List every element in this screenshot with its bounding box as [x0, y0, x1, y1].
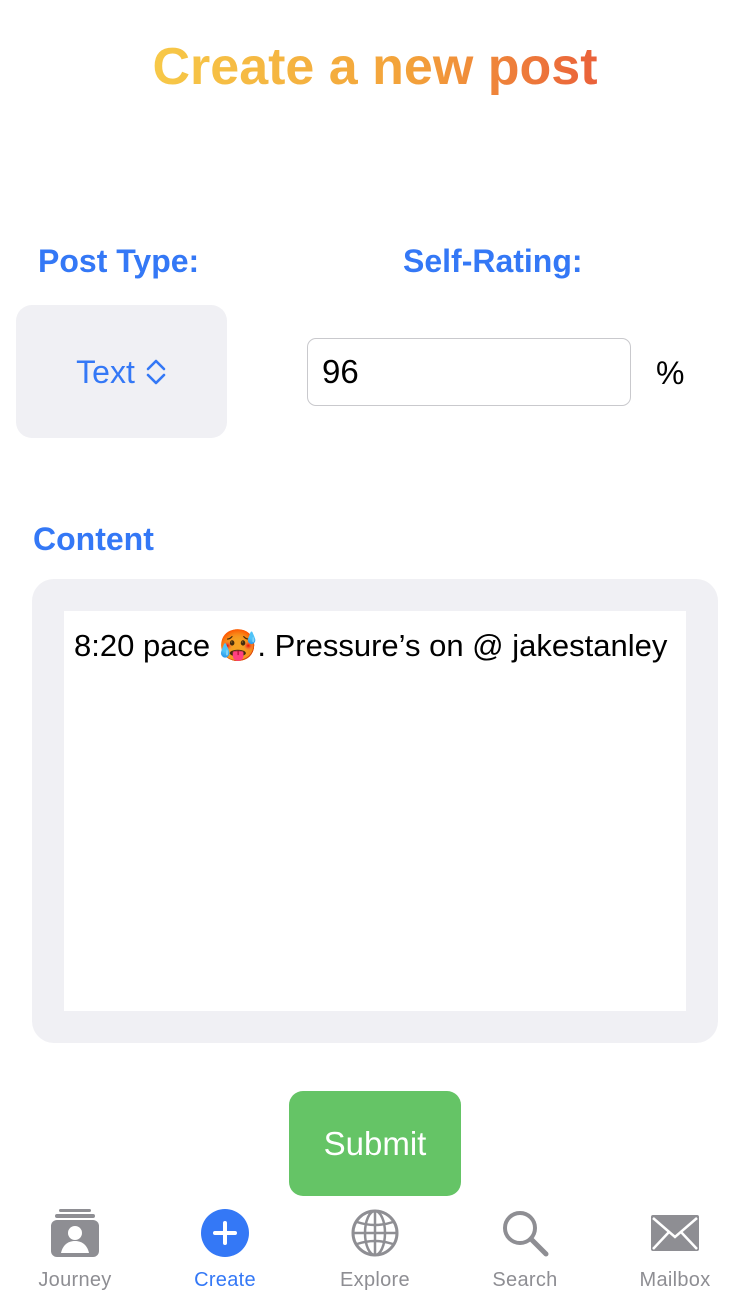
post-type-picker[interactable]: Text: [16, 305, 227, 438]
journey-icon: [50, 1208, 100, 1258]
envelope-icon: [650, 1208, 700, 1258]
tab-bar: Journey Create Explore Search Mailbox: [0, 1200, 750, 1294]
post-type-value: Text: [76, 353, 135, 390]
content-label: Content: [33, 521, 154, 557]
percent-sign: %: [656, 355, 685, 391]
self-rating-label: Self-Rating:: [403, 243, 583, 279]
tab-mailbox[interactable]: Mailbox: [600, 1200, 750, 1294]
content-textarea[interactable]: 8:20 pace 🥵. Pressure’s on @ jakestanley: [64, 611, 686, 1011]
plus-circle-icon: [200, 1208, 250, 1258]
tab-create-label: Create: [194, 1269, 256, 1291]
tab-create[interactable]: Create: [150, 1200, 300, 1294]
tab-explore-label: Explore: [340, 1269, 410, 1291]
submit-button[interactable]: Submit: [289, 1091, 461, 1196]
globe-icon: [350, 1208, 400, 1258]
tab-journey-label: Journey: [38, 1269, 112, 1291]
post-type-label: Post Type:: [38, 243, 200, 279]
tab-search[interactable]: Search: [450, 1200, 600, 1294]
tab-mailbox-label: Mailbox: [639, 1269, 711, 1291]
self-rating-input[interactable]: [307, 338, 631, 406]
tab-search-label: Search: [492, 1269, 558, 1291]
tab-explore[interactable]: Explore: [300, 1200, 450, 1294]
magnifier-icon: [500, 1208, 550, 1258]
tab-journey[interactable]: Journey: [0, 1200, 150, 1294]
page-title: Create a new post: [0, 34, 750, 100]
chevron-up-down-icon: [145, 358, 167, 386]
